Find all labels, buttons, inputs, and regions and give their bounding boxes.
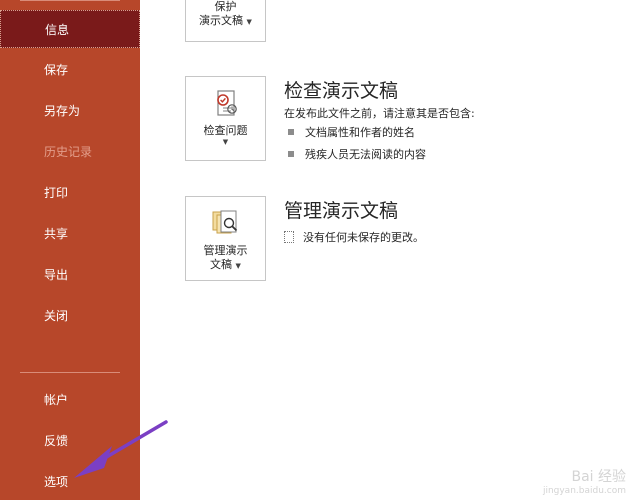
annotation-arrow-icon xyxy=(74,420,168,478)
baidu-watermark: Bai 经验 jingyan.baidu.com xyxy=(542,469,626,496)
